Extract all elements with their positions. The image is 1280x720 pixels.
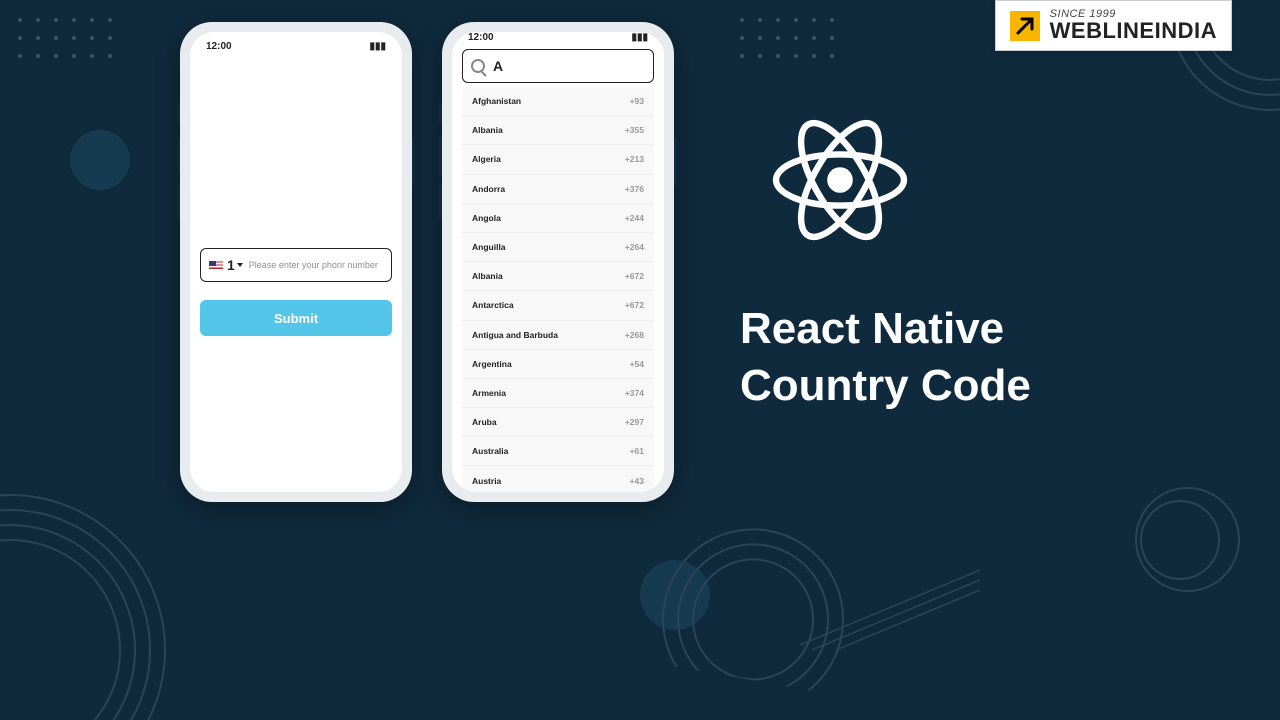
country-code: +43 [630, 476, 644, 486]
country-code-value: 1 [227, 257, 235, 273]
decor-circle [1135, 487, 1240, 592]
country-code: +268 [625, 330, 644, 340]
country-list-item[interactable]: Australia +61 [462, 437, 654, 466]
hero-title-line2: Country Code [740, 357, 1031, 414]
country-code: +54 [630, 359, 644, 369]
country-list-item[interactable]: Antarctica +672 [462, 291, 654, 320]
chevron-down-icon[interactable] [237, 263, 243, 267]
country-code: +297 [625, 417, 644, 427]
flag-us-icon [209, 261, 223, 270]
submit-button[interactable]: Submit [200, 300, 392, 336]
brand-badge: SINCE 1999 WEBLINEINDIA [995, 0, 1232, 51]
hero-title: React Native Country Code [740, 300, 1031, 414]
country-code: +264 [625, 242, 644, 252]
country-name: Andorra [472, 184, 505, 194]
country-name: Anguilla [472, 242, 506, 252]
country-name: Antigua and Barbuda [472, 330, 558, 340]
phone-right: 12:00 ▮▮▮ A Afghanistan +93 Albania +355 Alg… [442, 22, 674, 502]
decor-dots [740, 18, 834, 58]
status-time: 12:00 [468, 32, 494, 43]
react-logo-icon [760, 100, 920, 260]
country-name: Australia [472, 446, 508, 456]
country-list-item[interactable]: Albania +672 [462, 262, 654, 291]
country-name: Albania [472, 271, 503, 281]
country-list-item[interactable]: Andorra +376 [462, 175, 654, 204]
country-code: +61 [630, 446, 644, 456]
phone-input-row[interactable]: 1 Please enter your phonr number [200, 248, 392, 282]
hero-title-line1: React Native [740, 300, 1031, 357]
brand-name: WEBLINEINDIA [1050, 20, 1217, 42]
status-time: 12:00 [206, 41, 232, 52]
hero-block: React Native Country Code [740, 100, 1031, 414]
country-list-item[interactable]: Armenia +374 [462, 379, 654, 408]
country-list-item[interactable]: Antigua and Barbuda +268 [462, 321, 654, 350]
country-list-item[interactable]: Algeria +213 [462, 145, 654, 174]
country-name: Armenia [472, 388, 506, 398]
country-code: +355 [625, 125, 644, 135]
country-list-item[interactable]: Austria +43 [462, 466, 654, 492]
decor-lines [800, 560, 980, 650]
arrow-icon [1010, 11, 1040, 41]
country-name: Algeria [472, 154, 501, 164]
phone-mockups: 12:00 ▮▮▮ 1 Please enter your phonr numb… [180, 22, 674, 502]
status-bar: 12:00 ▮▮▮ [452, 32, 664, 43]
country-code: +672 [625, 300, 644, 310]
country-list-item[interactable]: Angola +244 [462, 204, 654, 233]
country-list[interactable]: Afghanistan +93 Albania +355 Algeria +213 Ando… [462, 87, 654, 492]
decor-circle [70, 130, 130, 190]
country-code: +374 [625, 388, 644, 398]
phone-left: 12:00 ▮▮▮ 1 Please enter your phonr numb… [180, 22, 412, 502]
country-name: Albania [472, 125, 503, 135]
phone-number-placeholder: Please enter your phonr number [249, 260, 383, 270]
country-name: Aruba [472, 417, 497, 427]
country-list-item[interactable]: Aruba +297 [462, 408, 654, 437]
battery-icon: ▮▮▮ [631, 32, 648, 43]
submit-label: Submit [274, 311, 318, 326]
country-code: +213 [625, 154, 644, 164]
country-list-item[interactable]: Anguilla +264 [462, 233, 654, 262]
country-list-item[interactable]: Argentina +54 [462, 350, 654, 379]
search-input[interactable]: A [462, 49, 654, 83]
country-name: Angola [472, 213, 501, 223]
country-name: Antarctica [472, 300, 514, 310]
country-name: Argentina [472, 359, 512, 369]
search-value: A [493, 58, 503, 74]
search-icon [471, 59, 485, 73]
country-name: Afghanistan [472, 96, 521, 106]
status-bar: 12:00 ▮▮▮ [190, 32, 402, 60]
country-code: +244 [625, 213, 644, 223]
decor-arcs [0, 460, 200, 720]
country-code: +672 [625, 271, 644, 281]
country-list-item[interactable]: Albania +355 [462, 116, 654, 145]
decor-dots [18, 18, 112, 58]
country-code: +93 [630, 96, 644, 106]
country-name: Austria [472, 476, 501, 486]
country-list-item[interactable]: Afghanistan +93 [462, 87, 654, 116]
country-code: +376 [625, 184, 644, 194]
battery-icon: ▮▮▮ [369, 41, 386, 52]
